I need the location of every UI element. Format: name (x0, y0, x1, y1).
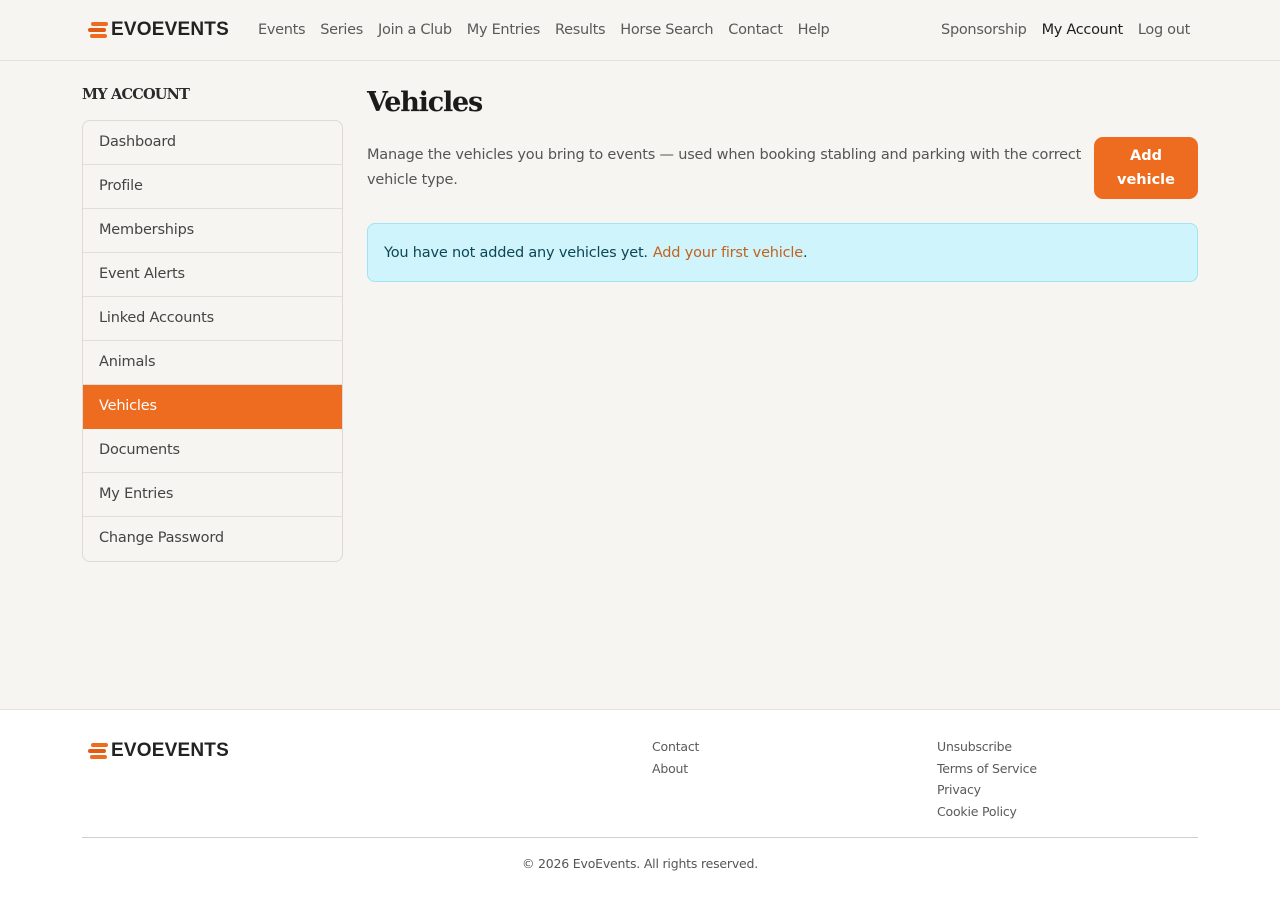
nav-my-entries[interactable]: My Entries (467, 22, 541, 38)
sidebar-item-my-entries[interactable]: My Entries (83, 473, 342, 517)
footer-logo[interactable]: EVOEVENTS (88, 740, 229, 762)
main-nav: Events Series Join a Club My Entries Res… (258, 22, 845, 38)
sidebar-item-vehicles[interactable]: Vehicles (83, 385, 342, 429)
account-nav: Sponsorship My Account Log out (941, 22, 1190, 38)
site-footer: EVOEVENTS Contact About Unsubscribe Term… (0, 709, 1280, 900)
sidebar-item-documents[interactable]: Documents (83, 429, 342, 473)
logo-mark-icon (88, 22, 108, 38)
sidebar-title: MY ACCOUNT (82, 86, 190, 103)
sidebar-item-dashboard[interactable]: Dashboard (83, 121, 342, 165)
sidebar-item-linked-accounts[interactable]: Linked Accounts (83, 297, 342, 341)
notice-text: You have not added any vehicles yet. (384, 244, 648, 261)
site-header: EVOEVENTS Events Series Join a Club My E… (0, 0, 1280, 61)
sidebar-item-event-alerts[interactable]: Event Alerts (83, 253, 342, 297)
nav-horse-search[interactable]: Horse Search (620, 22, 713, 38)
nav-sponsorship[interactable]: Sponsorship (941, 22, 1027, 38)
logo-mark-icon (88, 743, 108, 759)
account-sidebar: MY ACCOUNT Dashboard Profile Memberships… (82, 86, 343, 562)
copyright-text: © 2026 EvoEvents. All rights reserved. (521, 856, 759, 871)
main-content: Vehicles Manage the vehicles you bring t… (367, 86, 1198, 282)
nav-series[interactable]: Series (320, 22, 363, 38)
intro-text: Manage the vehicles you bring to events … (367, 147, 1082, 188)
logo-text: EVOEVENTS (111, 740, 229, 761)
nav-help[interactable]: Help (798, 22, 830, 38)
sidebar-item-profile[interactable]: Profile (83, 165, 342, 209)
footer-link-about[interactable]: About (652, 758, 699, 780)
sidebar-item-animals[interactable]: Animals (83, 341, 342, 385)
footer-link-unsubscribe[interactable]: Unsubscribe (937, 736, 1037, 758)
account-menu: Dashboard Profile Memberships Event Aler… (82, 120, 343, 562)
nav-my-account[interactable]: My Account (1042, 22, 1124, 38)
footer-link-terms[interactable]: Terms of Service (937, 758, 1037, 780)
sidebar-item-memberships[interactable]: Memberships (83, 209, 342, 253)
nav-contact[interactable]: Contact (728, 22, 783, 38)
empty-state-notice: You have not added any vehicles yet. Add… (367, 223, 1198, 282)
nav-join-a-club[interactable]: Join a Club (378, 22, 452, 38)
nav-log-out[interactable]: Log out (1138, 22, 1190, 38)
footer-divider (82, 837, 1198, 838)
sidebar-item-change-password[interactable]: Change Password (83, 517, 342, 561)
add-first-vehicle-link[interactable]: Add your first vehicle (653, 245, 803, 261)
notice-suffix: . (802, 244, 808, 261)
site-logo[interactable]: EVOEVENTS (88, 19, 229, 41)
add-vehicle-button[interactable]: Add vehicle (1094, 137, 1198, 199)
footer-link-privacy[interactable]: Privacy (937, 779, 1037, 801)
logo-text: EVOEVENTS (111, 19, 229, 40)
footer-link-contact[interactable]: Contact (652, 736, 699, 758)
footer-links-legal: Unsubscribe Terms of Service Privacy Coo… (937, 736, 1037, 823)
page-title: Vehicles (367, 87, 483, 118)
footer-links-company: Contact About (652, 736, 699, 779)
footer-link-cookie-policy[interactable]: Cookie Policy (937, 801, 1037, 823)
nav-events[interactable]: Events (258, 22, 306, 38)
nav-results[interactable]: Results (555, 22, 606, 38)
